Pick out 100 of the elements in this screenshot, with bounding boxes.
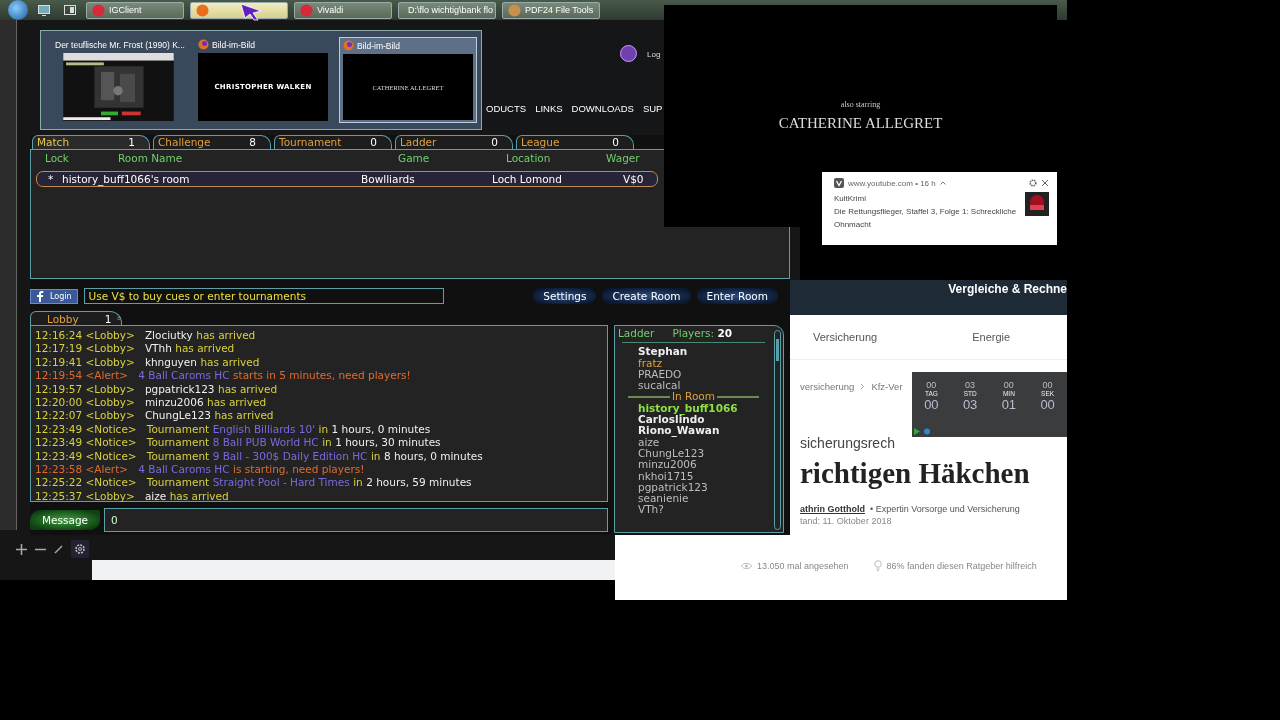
credit-subtitle: also starring [840,100,881,109]
breadcrumb-link[interactable]: Kfz-Ver [871,381,903,392]
cursor-icon [240,3,262,21]
browser-icon [343,40,354,51]
lobby-tab[interactable]: League 0 [516,135,634,149]
column-header[interactable]: Game [398,152,506,164]
settings-icon[interactable] [71,540,89,558]
player-name[interactable]: fratz [618,357,769,369]
close-icon[interactable] [1041,179,1049,187]
view-count: 13.050 mal angesehen [757,560,849,571]
player-name[interactable]: VTh? [618,504,769,516]
breadcrumb-link[interactable]: versicherung [800,381,855,392]
chevron-icon [860,381,866,392]
taskbar-button[interactable]: PDF24 File Tools [502,1,600,19]
thumbnail-title: Bild-im-Bild [212,39,255,50]
player-name[interactable]: Riono_Wawan [618,425,769,437]
author-role: • Expertin Vorsorge und Versicherung [870,504,1020,514]
nav-link[interactable]: DOWNLOADS [571,103,634,114]
countdown-value: 01 [1001,397,1017,412]
chat-message: 12:23:58 <Alert> 4 Ball Caroms HC is starting, need players! [35,462,366,477]
column-header[interactable]: Lock [31,152,118,164]
player-name[interactable]: Carloslindo [618,414,769,426]
message-input[interactable]: 0 [104,508,608,532]
chat-tab[interactable]: Lobby 1 [30,311,122,325]
eye-icon [741,561,752,570]
chat-message: 12:22:07 <Lobby> ChungLe123 has arrived [35,409,275,423]
chat-message: 12:17:19 <Lobby> VThh has arrived [35,342,236,356]
settings-icon[interactable] [1029,179,1037,187]
player-name[interactable]: aize [618,436,769,448]
countdown-value: 00 [924,397,939,412]
lobby-tab[interactable]: Match 1 [32,135,150,149]
notification-title: KultKrimi [834,193,867,205]
window-thumbnail[interactable]: Der teuflische Mr. Frost (1990) K... [49,37,187,123]
browser-icon [198,39,209,50]
nav-link[interactable]: ODUCTS [486,103,527,114]
add-icon[interactable] [16,543,27,555]
player-name[interactable]: sucalcal [618,380,769,392]
player-name[interactable]: Stephan [618,346,769,358]
message-button[interactable]: Message [30,510,101,530]
countdown-value: 03 [965,380,976,390]
article-kicker: sicherungsrech [800,435,895,451]
table-cell-text: Loch Lomond [492,173,563,185]
chat-message: 12:20:00 <Lobby> minzu2006 has arrived [35,395,268,410]
section-label: In Room [670,390,717,403]
table-cell-text: Bowlliards [361,173,416,185]
pencil-icon[interactable] [54,544,63,554]
player-name[interactable]: nkhoi1715 [618,470,769,482]
chat-message: 12:23:49 <Notice> Tournament English Billiards 10' in 1 hours, 0 minutes [35,422,432,437]
nav-link[interactable]: LINKS [535,103,563,114]
chat-message: 12:25:22 <Notice> Tournament Straight Pool - Hard Times in 2 hours, 59 minutes [35,476,473,490]
app-icon [508,3,521,17]
column-header[interactable]: Location [506,152,606,164]
chat-message: 12:23:49 <Notice> Tournament 8 Ball PUB World HC in 1 hours, 30 minutes [35,436,442,450]
lobby-tab[interactable]: Tournament 0 [274,135,392,149]
player-name[interactable]: PRAEDO [618,368,769,381]
countdown-value: 03 [962,397,978,412]
header-link[interactable]: Vergleiche & Rechne [948,282,1067,296]
app-icon [300,3,313,17]
app-icon [92,3,105,17]
player-name[interactable]: pgpatrick123 [618,481,769,494]
countdown-value: 00 [926,380,937,390]
lobby-tab[interactable]: Challenge 8 [153,135,271,149]
countdown-value: 00 [1040,397,1055,412]
info-banner: Use V$ to buy cues or enter tournaments [83,288,444,304]
notification-source: www.youtube.com • 16 h [848,178,936,188]
browser-icon [834,178,844,188]
thumbnail-title: Bild-im-Bild [357,40,400,51]
caret-icon[interactable] [939,181,946,185]
thumbnail-title: Der teuflische Mr. Frost (1990) K... [55,39,185,50]
facebook-icon [36,290,45,302]
player-name[interactable]: ChungLe123 [618,447,769,460]
player-count: Players: 20 [672,328,733,340]
start-button[interactable] [8,0,28,20]
login-link[interactable]: Log [647,50,661,59]
link-icon [117,315,121,322]
lobby-button[interactable]: Enter Room [696,288,778,304]
taskbar-button[interactable]: D:\flo wichtig\bank flo [398,1,496,19]
player-name[interactable]: minzu2006 [618,459,769,471]
player-name[interactable]: history_buff1066 [618,402,769,415]
taskbar-button[interactable]: Vivaldi [294,1,392,19]
facebook-login-button[interactable]: Login [30,288,78,304]
column-header[interactable]: Wager [606,152,656,164]
room-row[interactable]: * history_buff1066's room Bowlliards Loch Lomond V$0 [36,171,658,187]
lobby-button[interactable]: Create Room [602,288,691,304]
player-list-title: Ladder [618,328,655,340]
taskbar-button[interactable]: IGClient [86,1,184,19]
column-header[interactable]: Room Name [118,152,398,164]
nav-link[interactable]: Energie [972,331,1011,343]
credit-title: CATHERINE ALLEGRET [778,115,943,132]
nav-link[interactable]: Versicherung [813,331,878,343]
player-name[interactable]: seanienie [618,493,769,505]
lobby-button[interactable]: Settings [533,288,597,304]
nav-link[interactable]: SUP [642,103,663,114]
article-heading: richtigen Häkchen [800,457,1030,490]
author-link[interactable]: athrin Gotthold [800,504,865,514]
chat-message: 12:23:49 <Notice> Tournament 9 Ball - 300$ Daily Edition HC in 8 hours, 0 minutes [35,449,484,463]
lobby-tab[interactable]: Ladder 0 [395,135,513,149]
table-cell-text: * [47,173,55,185]
article-date: tand: 11. Oktober 2018 [799,515,893,526]
notification[interactable]: www.youtube.com • 16 h KultKrimi Die Rettungsflieger, Staffel 3, Folge 1: Schreckliche Ohnmacht [822,172,1057,245]
